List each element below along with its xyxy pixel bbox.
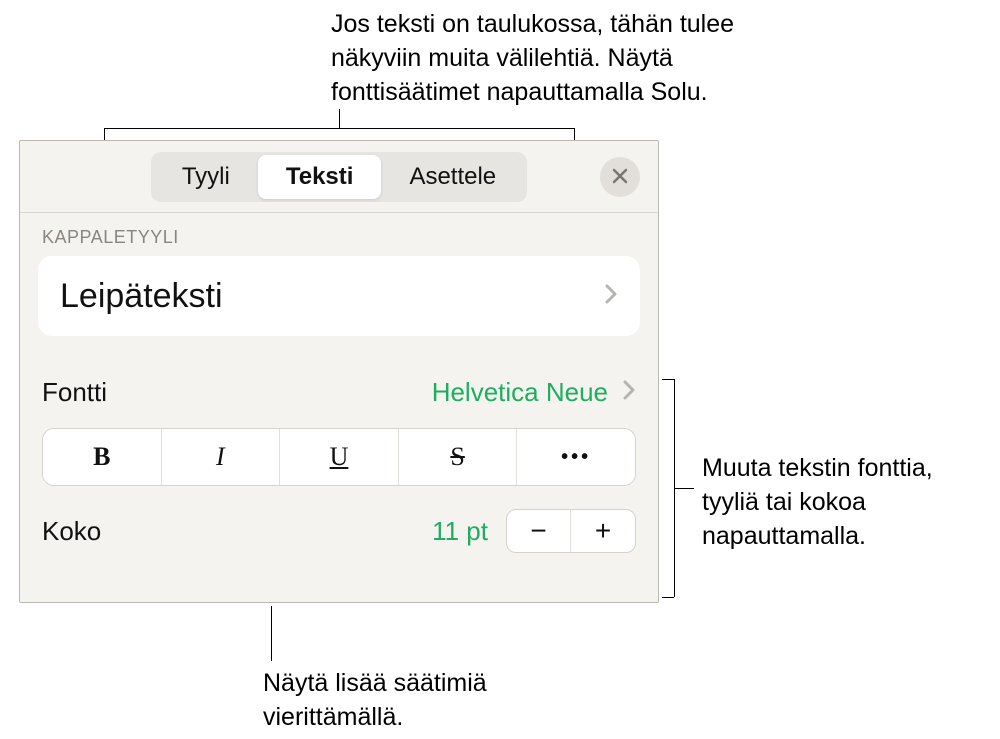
tab-text[interactable]: Teksti xyxy=(258,155,382,199)
close-button[interactable] xyxy=(600,157,640,197)
strikethrough-button[interactable]: S xyxy=(399,429,518,485)
paragraph-style-name: Leipäteksti xyxy=(60,277,223,316)
tab-arrange[interactable]: Asettele xyxy=(381,155,524,199)
text-style-buttons: B I U S ••• xyxy=(42,428,636,486)
font-value: Helvetica Neue xyxy=(432,377,608,408)
format-panel: Tyyli Teksti Asettele KAPPALETYYLI Leipä… xyxy=(19,140,659,603)
font-section: Fontti Helvetica Neue B I U S ••• Koko 1… xyxy=(20,364,658,556)
callout-leader-right xyxy=(674,488,694,489)
font-label: Fontti xyxy=(42,377,107,408)
tab-bar: Tyyli Teksti Asettele xyxy=(151,152,527,202)
font-row[interactable]: Fontti Helvetica Neue xyxy=(42,364,636,420)
callout-bracket-tick-t xyxy=(662,379,674,380)
callout-bracket-tick-r xyxy=(574,128,575,140)
size-label: Koko xyxy=(42,516,101,547)
callout-bracket-tick-l xyxy=(104,128,105,140)
chevron-right-icon xyxy=(604,281,618,312)
italic-button[interactable]: I xyxy=(162,429,281,485)
callout-top: Jos teksti on taulukossa, tähän tulee nä… xyxy=(331,8,801,109)
underline-button[interactable]: U xyxy=(280,429,399,485)
size-decrease-button[interactable]: − xyxy=(507,510,571,552)
font-value-wrap: Helvetica Neue xyxy=(432,377,636,408)
callout-bottom: Näytä lisää säätimiä vierittämällä. xyxy=(263,667,583,735)
close-icon xyxy=(612,164,628,190)
chevron-right-icon xyxy=(622,377,636,408)
callout-leader-top xyxy=(339,109,340,128)
section-label-paragraph-style: KAPPALETYYLI xyxy=(20,213,658,256)
panel-header: Tyyli Teksti Asettele xyxy=(20,141,658,213)
size-stepper: − + xyxy=(506,509,636,553)
more-options-button[interactable]: ••• xyxy=(517,429,635,485)
size-increase-button[interactable]: + xyxy=(571,510,635,552)
size-row: Koko 11 pt − + xyxy=(42,506,636,556)
callout-right: Muuta tekstin fonttia, tyyliä tai kokoa … xyxy=(702,452,992,553)
tab-style[interactable]: Tyyli xyxy=(154,155,258,199)
size-controls: 11 pt − + xyxy=(432,509,636,553)
bold-button[interactable]: B xyxy=(43,429,162,485)
callout-leader-bottom xyxy=(271,606,272,661)
size-value: 11 pt xyxy=(432,516,488,547)
callout-bracket-tick-b xyxy=(662,597,674,598)
paragraph-style-row[interactable]: Leipäteksti xyxy=(38,256,640,336)
callout-bracket-h xyxy=(104,128,574,129)
